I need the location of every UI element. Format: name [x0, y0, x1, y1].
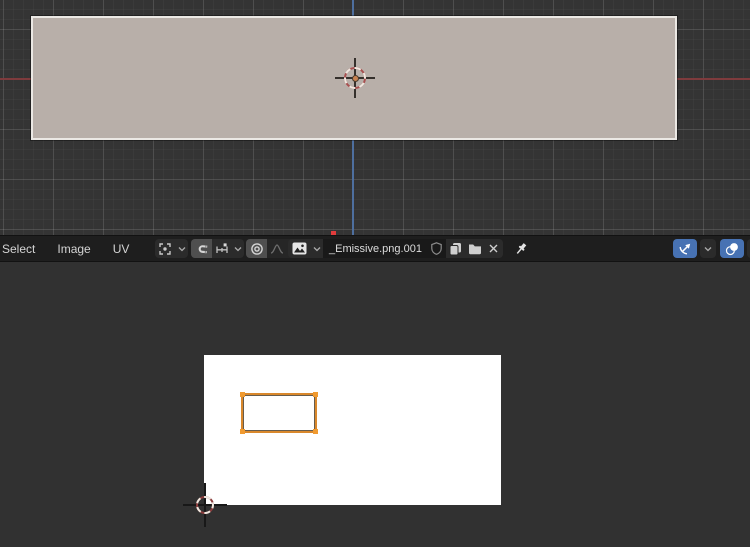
menu-bar: Select Image UV — [0, 236, 140, 261]
overlays-icon — [725, 242, 738, 255]
uv-image-canvas[interactable] — [0, 262, 750, 547]
copy-pages-icon — [449, 242, 461, 255]
2d-cursor-ring — [196, 496, 214, 514]
snapping-group — [191, 239, 244, 258]
image-datablock-row: _Emissive.png.001 — [288, 239, 503, 258]
pin-button[interactable] — [511, 239, 531, 258]
gizmo-toggle-button[interactable] — [673, 239, 697, 258]
image-browse-icon — [292, 242, 306, 255]
gizmo-icon — [679, 243, 691, 254]
open-image-button[interactable] — [465, 239, 484, 258]
close-x-icon — [489, 244, 498, 253]
unlink-image-button[interactable] — [484, 239, 503, 258]
editor-header: Select Image UV _Emissive.png.001 — [0, 235, 750, 262]
snap-toggle-button[interactable] — [191, 239, 212, 258]
snap-increment-icon[interactable] — [212, 239, 231, 258]
image-name-field[interactable]: _Emissive.png.001 — [323, 239, 427, 258]
uv-selection-rect[interactable] — [240, 392, 318, 434]
menu-select[interactable]: Select — [0, 242, 46, 256]
chevron-down-icon[interactable] — [310, 239, 323, 258]
overlays-toggle-button[interactable] — [720, 239, 744, 258]
menu-image[interactable]: Image — [46, 242, 101, 256]
shield-icon — [431, 242, 442, 255]
chevron-down-icon — [175, 239, 188, 258]
chevron-down-icon — [704, 246, 712, 251]
pin-icon — [516, 242, 527, 254]
falloff-curve-icon[interactable] — [267, 239, 286, 258]
uv-vertex[interactable] — [313, 392, 318, 397]
blender-uv-image-editor: Select Image UV _Emissive.png.001 — [0, 0, 750, 547]
fake-user-shield-button[interactable] — [427, 239, 446, 258]
pivot-point-icon — [155, 239, 175, 258]
image-browse-button[interactable] — [288, 239, 310, 258]
image-display — [204, 355, 501, 505]
uv-vertex[interactable] — [240, 392, 245, 397]
uv-vertex[interactable] — [313, 429, 318, 434]
new-image-button[interactable] — [446, 239, 465, 258]
snap-magnet-icon — [198, 244, 207, 253]
folder-icon — [468, 244, 481, 254]
3d-viewport[interactable] — [0, 0, 750, 235]
chevron-down-icon[interactable] — [231, 239, 244, 258]
3d-cursor-dot — [352, 75, 359, 82]
proportional-editing-toggle[interactable] — [246, 239, 267, 258]
pivot-point-dropdown[interactable] — [155, 239, 188, 258]
uv-vertex[interactable] — [240, 429, 245, 434]
gizmo-dropdown-chevron[interactable] — [700, 239, 716, 258]
proportional-editing-icon — [250, 242, 263, 255]
menu-uv[interactable]: UV — [102, 242, 141, 256]
